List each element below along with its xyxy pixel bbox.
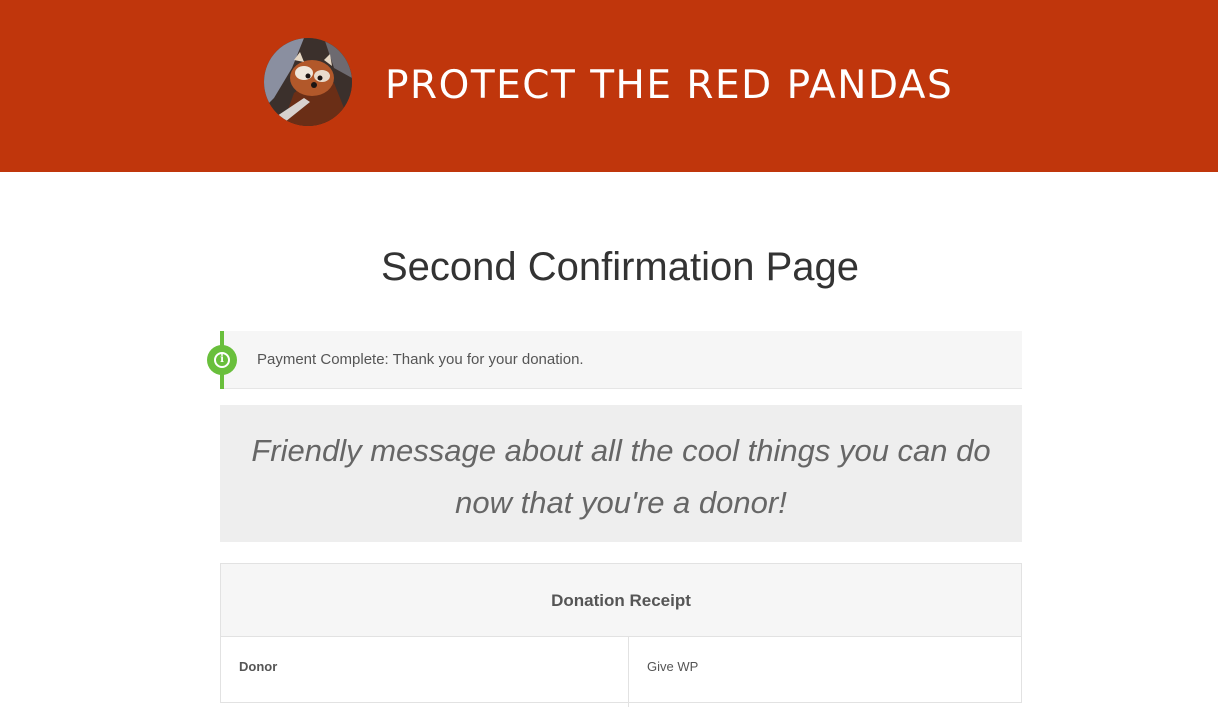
receipt-row-label: Donor: [239, 659, 278, 674]
notice-message: Payment Complete: Thank you for your don…: [257, 351, 584, 368]
donation-receipt: Donation Receipt Donor Give WP: [220, 563, 1022, 707]
info-icon: i: [207, 345, 237, 375]
receipt-header: Donation Receipt: [221, 564, 1021, 637]
red-panda-photo-icon: [264, 38, 352, 126]
info-glyph: i: [214, 352, 230, 368]
success-notice: i Payment Complete: Thank you for your d…: [207, 331, 1022, 389]
receipt-row-value: Give WP: [647, 659, 699, 674]
page-title: Second Confirmation Page: [380, 245, 860, 289]
donor-message-box: Friendly message about all the cool thin…: [220, 405, 1022, 542]
site-logo[interactable]: [264, 38, 352, 126]
donor-message: Friendly message about all the cool thin…: [251, 433, 991, 520]
site-header: PROTECT THE RED PANDAS: [0, 0, 1218, 172]
site-title[interactable]: PROTECT THE RED PANDAS: [385, 62, 953, 110]
receipt-title: Donation Receipt: [551, 591, 691, 610]
receipt-column-divider: [628, 637, 629, 707]
